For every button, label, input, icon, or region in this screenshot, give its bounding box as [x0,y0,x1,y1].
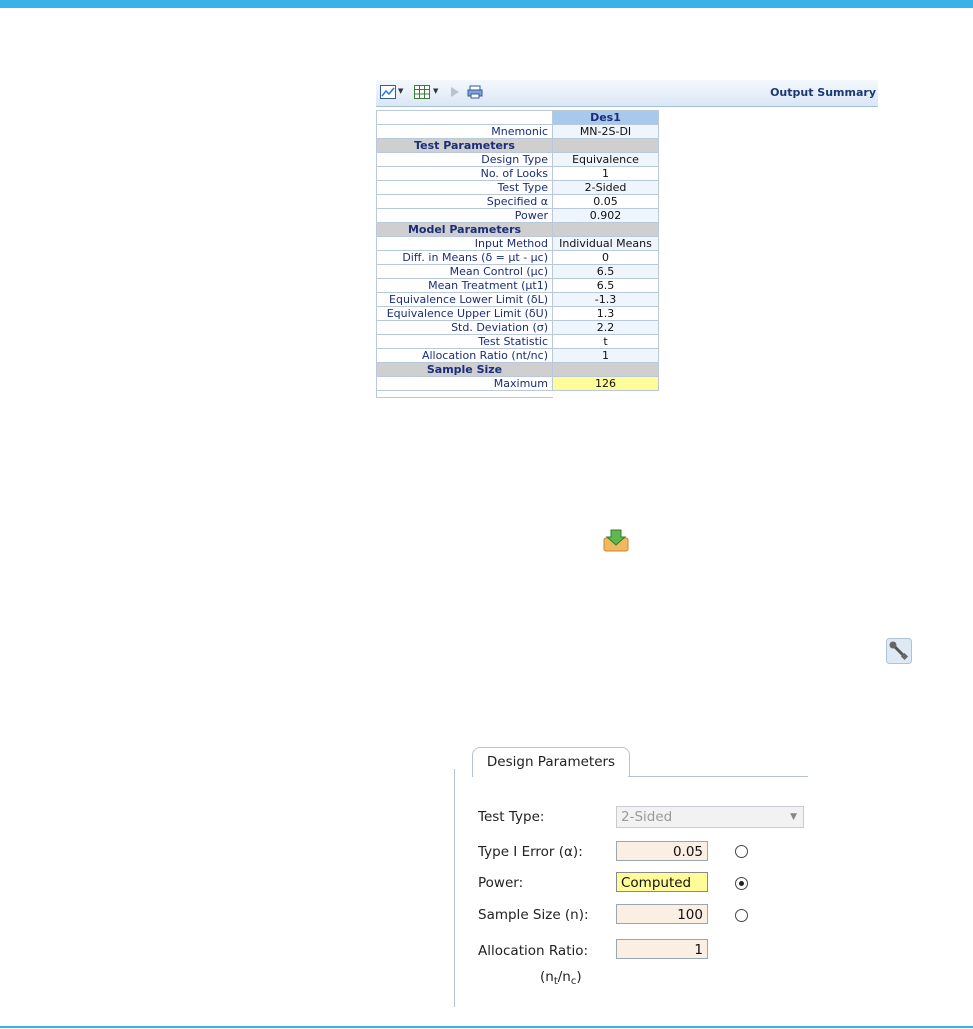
row-value: 1 [552,166,659,181]
output-summary-title: Output Summary [770,86,876,99]
row-value: 126 [552,376,659,391]
chevron-down-icon: ▼ [790,812,797,822]
table-row: Design Type Equivalence [376,152,659,167]
test-type-label: Test Type: [478,809,545,825]
type1-error-field[interactable]: 0.05 [616,841,708,861]
tab-underline [628,776,808,777]
row-value: 0 [552,250,659,265]
table-footer-row [376,390,659,398]
output-table: Des1 Mnemonic MN-2S-DI Test Parameters Desig… [376,110,659,398]
row-value: -1.3 [552,292,659,307]
table-row: Std. Deviation (σ) 2.2 [376,320,659,335]
table-row: No. of Looks 1 [376,166,659,181]
table-row: Maximum 126 [376,376,659,391]
output-summary-panel: ▼ ▼ Output Summary Des1 Mnemonic MN-2S-DI T… [376,80,878,398]
row-value: Individual Means [552,236,659,251]
row-value: Equivalence [552,152,659,167]
row-label: Diff. in Means (δ = μt - μc) [376,250,553,265]
row-label: Input Method [376,236,553,251]
row-value: 0.902 [552,208,659,223]
table-row: Mnemonic MN-2S-DI [376,124,659,139]
table-row: Diff. in Means (δ = μt - μc) 0 [376,250,659,265]
table-row: Equivalence Upper Limit (δU) 1.3 [376,306,659,321]
table-row: Specified α 0.05 [376,194,659,209]
arrow-icon[interactable] [449,85,461,99]
row-value: MN-2S-DI [552,124,659,139]
row-value: 6.5 [552,264,659,279]
row-label: No. of Looks [376,166,553,181]
top-accent-bar [0,0,973,8]
row-label: Allocation Ratio (nt/nc) [376,348,553,363]
row-value: 1 [552,348,659,363]
table-dropdown-icon[interactable]: ▼ [433,87,438,95]
type1-error-radio[interactable] [735,845,748,858]
allocation-ratio-label: Allocation Ratio: [478,943,589,959]
bottom-accent-line [0,1026,973,1028]
row-value: 2.2 [552,320,659,335]
chart-dropdown-icon[interactable]: ▼ [398,87,403,95]
table-row: Input Method Individual Means [376,236,659,251]
row-label: Maximum [376,376,553,391]
sample-size-label: Sample Size (n): [478,907,589,923]
print-icon[interactable] [467,85,483,99]
panel-border [454,769,455,1007]
table-row: Allocation Ratio (nt/nc) 1 [376,348,659,363]
table-row: Mean Control (μc) 6.5 [376,264,659,279]
section-blank-cell [552,222,659,237]
footer-cell [376,390,553,398]
footer-cell [553,391,659,398]
power-label: Power: [478,875,524,891]
row-label: Std. Deviation (σ) [376,320,553,335]
table-row: Mean Treatment (μt1) 6.5 [376,278,659,293]
row-value: 0.05 [552,194,659,209]
download-icon[interactable] [602,528,630,552]
section-row: Test Parameters [376,138,659,153]
row-label: Power [376,208,553,223]
section-label: Test Parameters [376,138,553,153]
row-label: Test Statistic [376,334,553,349]
row-value: 2-Sided [552,180,659,195]
table-icon[interactable] [414,85,430,99]
table-row: Test Type 2-Sided [376,180,659,195]
section-label: Sample Size [376,362,553,377]
design-parameters-panel: Design Parameters Test Type: 2-Sided ▼ T… [454,747,808,1007]
output-toolbar: ▼ ▼ Output Summary [376,80,878,107]
section-row: Sample Size [376,362,659,377]
row-label: Design Type [376,152,553,167]
sample-size-radio[interactable] [735,909,748,922]
chart-icon[interactable] [380,85,396,99]
row-label: Mean Control (μc) [376,264,553,279]
allocation-ratio-field[interactable]: 1 [616,939,708,959]
column-header-des1[interactable]: Des1 [552,110,659,125]
row-label: Specified α [376,194,553,209]
row-value: 6.5 [552,278,659,293]
allocation-ratio-sublabel: (nt/nc) [540,969,582,987]
power-field[interactable]: Computed [616,872,708,892]
section-blank-cell [552,362,659,377]
table-row: Power 0.902 [376,208,659,223]
test-type-value: 2-Sided [621,809,673,825]
row-value: 1.3 [552,306,659,321]
row-label: Test Type [376,180,553,195]
table-row: Test Statistic t [376,334,659,349]
radio-selected-dot [739,881,744,886]
tab-design-parameters[interactable]: Design Parameters [472,747,630,777]
section-row: Model Parameters [376,222,659,237]
header-blank-cell [376,110,553,125]
wrench-icon[interactable] [886,638,912,664]
sample-size-field[interactable]: 100 [616,904,708,924]
row-label: Equivalence Lower Limit (δL) [376,292,553,307]
test-type-select[interactable]: 2-Sided ▼ [616,806,804,828]
table-header-row: Des1 [376,110,659,125]
row-label: Mnemonic [376,124,553,139]
row-label: Equivalence Upper Limit (δU) [376,306,553,321]
section-label: Model Parameters [376,222,553,237]
type1-error-label: Type I Error (α): [478,844,583,860]
power-radio[interactable] [735,877,748,890]
row-value: t [552,334,659,349]
table-row: Equivalence Lower Limit (δL) -1.3 [376,292,659,307]
section-blank-cell [552,138,659,153]
row-label: Mean Treatment (μt1) [376,278,553,293]
